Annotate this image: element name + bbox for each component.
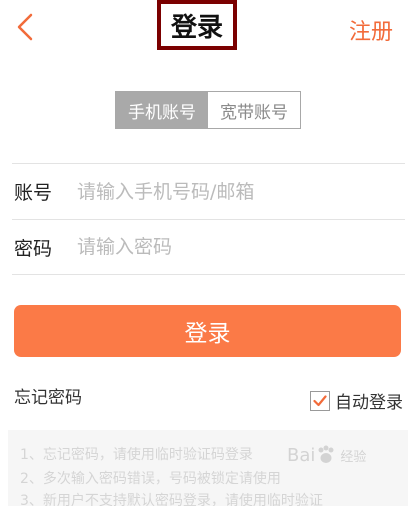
auto-login-checkbox[interactable] (310, 390, 330, 411)
account-row: 账号 (12, 163, 405, 219)
tab-mobile-account[interactable]: 手机账号 (116, 92, 208, 128)
login-button[interactable]: 登录 (14, 305, 401, 357)
account-label: 账号 (14, 182, 53, 204)
register-link[interactable]: 注册 (349, 14, 393, 46)
checkmark-icon (313, 394, 327, 406)
watermark-suffix: 经验 (340, 449, 367, 465)
forgot-password-link[interactable]: 忘记密码 (14, 383, 82, 408)
password-row: 密码 (12, 219, 405, 275)
watermark-logo: Bai 经验 (285, 444, 366, 466)
auto-login-label: 自动登录 (335, 393, 403, 413)
auto-login-toggle[interactable]: 自动登录 (310, 388, 403, 413)
account-input[interactable] (77, 180, 405, 203)
password-label: 密码 (14, 237, 53, 260)
note-item: 1、忘记密码，请使用临时验证码登录 (20, 447, 253, 463)
back-button[interactable] (10, 12, 40, 42)
paw-icon (318, 445, 334, 463)
page-title: 登录 (157, 0, 237, 50)
login-page: 登录 注册 手机账号 宽带账号 账号 密码 登录 忘记密码 自动登录 1、忘记密… (0, 0, 415, 506)
login-notes: 1、忘记密码，请使用临时验证码登录 2、多次输入密码错误，号码被锁定请使用 3、… (8, 430, 408, 506)
watermark-text: Bai (287, 444, 316, 466)
chevron-left-icon (17, 13, 33, 41)
header-bar: 登录 注册 (0, 0, 415, 58)
note-item: 2、多次输入密码错误，号码被锁定请使用 (20, 471, 281, 487)
account-type-tabs: 手机账号 宽带账号 (115, 91, 301, 129)
password-input[interactable] (77, 236, 405, 258)
note-item: 3、新用户不支持默认密码登录，请使用临时验证 (20, 493, 323, 506)
tab-broadband-account[interactable]: 宽带账号 (208, 92, 300, 128)
